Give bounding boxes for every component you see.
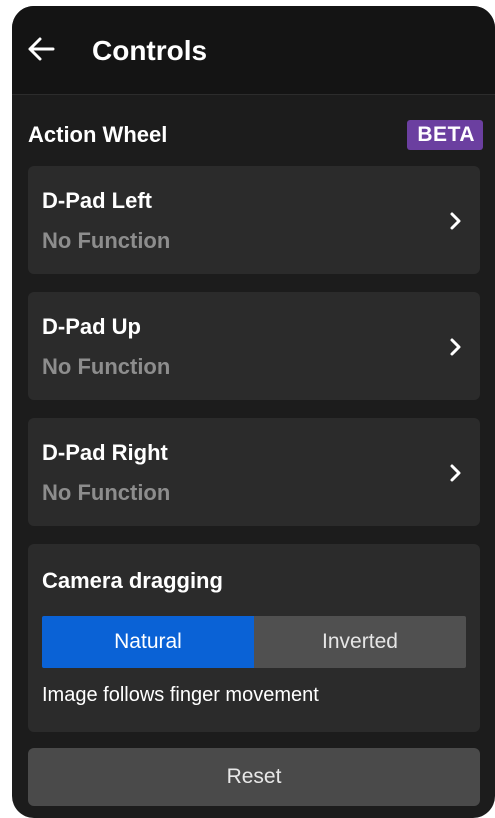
action-value: No Function: [42, 480, 171, 505]
action-item-dpad-up[interactable]: D-Pad Up No Function: [28, 292, 480, 400]
inverted-option[interactable]: Inverted: [254, 616, 466, 668]
header-bar: Controls: [12, 6, 495, 95]
camera-mode-toggle: Natural Inverted: [42, 616, 466, 668]
camera-description: Image follows finger movement: [42, 684, 319, 706]
natural-option[interactable]: Natural: [42, 616, 254, 668]
action-item-dpad-right[interactable]: D-Pad Right No Function: [28, 418, 480, 526]
arrow-left-icon: [28, 37, 55, 61]
action-name: D-Pad Left: [42, 188, 152, 213]
camera-dragging-title: Camera dragging: [42, 568, 223, 593]
action-name: D-Pad Up: [42, 314, 141, 339]
chevron-right-icon: [450, 212, 461, 230]
controls-screen: Controls Action Wheel BETA D-Pad Left No…: [12, 6, 495, 818]
action-item-dpad-left[interactable]: D-Pad Left No Function: [28, 166, 480, 274]
action-wheel-header: Action Wheel BETA: [12, 116, 495, 156]
beta-badge: BETA: [407, 120, 483, 150]
camera-dragging-card: Camera dragging Natural Inverted Image f…: [28, 544, 480, 732]
page-title: Controls: [92, 35, 208, 66]
back-button[interactable]: [26, 34, 56, 64]
action-value: No Function: [42, 228, 171, 253]
action-value: No Function: [42, 354, 171, 379]
chevron-right-icon: [450, 464, 461, 482]
chevron-right-icon: [450, 338, 461, 356]
section-title: Action Wheel: [28, 122, 168, 147]
action-name: D-Pad Right: [42, 440, 168, 465]
reset-button[interactable]: Reset: [28, 748, 480, 806]
